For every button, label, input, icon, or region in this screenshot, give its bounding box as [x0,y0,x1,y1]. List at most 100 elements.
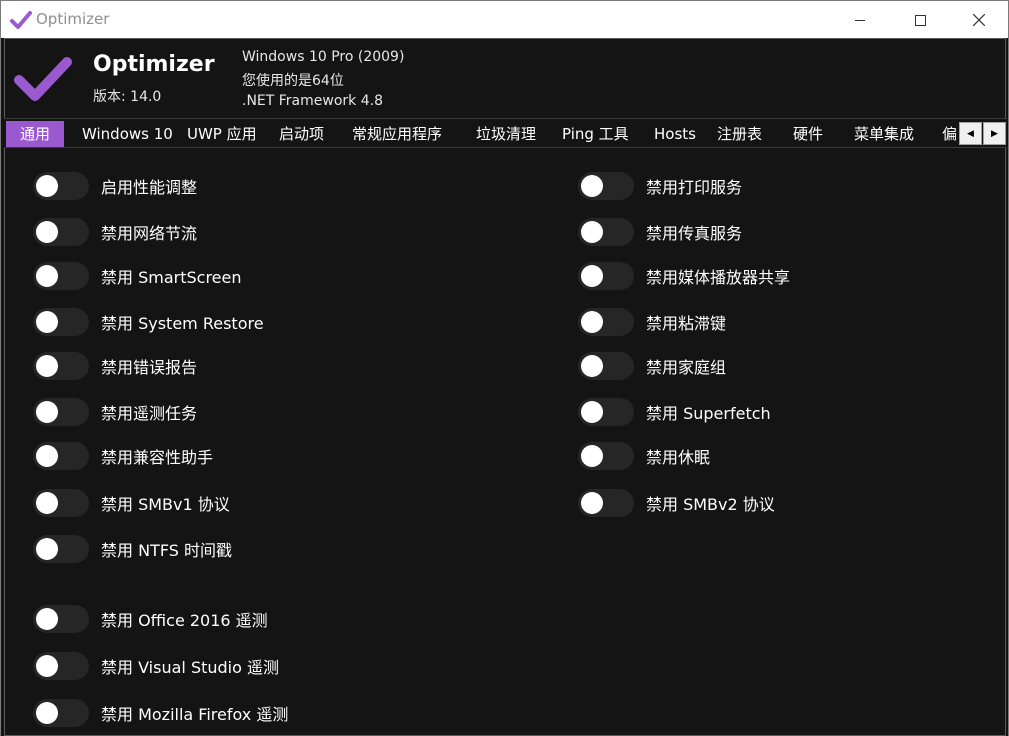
option-label: 禁用错误报告 [101,358,198,377]
tab-startup[interactable]: 启动项 [279,121,324,147]
option-fax-service[interactable]: 禁用传真服务 [578,218,742,246]
tab-registry[interactable]: 注册表 [717,121,762,147]
tab-common-apps[interactable]: 常规应用程序 [352,121,442,147]
option-smbv2[interactable]: 禁用 SMBv2 协议 [578,489,775,517]
option-label: 禁用媒体播放器共享 [646,268,791,287]
option-ntfs-timestamp[interactable]: 禁用 NTFS 时间戳 [33,535,232,563]
maximize-icon [914,14,926,26]
toggle-switch[interactable] [578,262,634,290]
toggle-knob [581,445,603,467]
option-label: 禁用 Visual Studio 遥测 [101,658,279,677]
tab-scroll-right-button[interactable]: ▶ [983,122,1006,145]
option-vs-telemetry[interactable]: 禁用 Visual Studio 遥测 [33,652,279,680]
option-label: 禁用传真服务 [646,224,743,243]
window-title: Optimizer [36,10,110,28]
toggle-switch[interactable] [33,442,89,470]
toggle-switch[interactable] [578,308,634,336]
option-label: 禁用网络节流 [101,224,198,243]
option-label: 禁用 SmartScreen [101,268,242,287]
option-telemetry-tasks[interactable]: 禁用遥测任务 [33,398,197,426]
app-name: Optimizer [93,52,215,77]
tab-scroll-left-button[interactable]: ◀ [959,122,982,145]
option-media-sharing[interactable]: 禁用媒体播放器共享 [578,262,790,290]
toggle-knob [36,175,58,197]
option-label: 禁用家庭组 [646,358,727,377]
toggle-switch[interactable] [33,308,89,336]
option-performance-tweaks[interactable]: 启用性能调整 [33,172,197,200]
toggle-knob [36,401,58,423]
option-label: 禁用遥测任务 [101,404,198,423]
option-compat-assistant[interactable]: 禁用兼容性助手 [33,442,213,470]
tab-uwp[interactable]: UWP 应用 [187,121,257,147]
option-hibernation[interactable]: 禁用休眠 [578,442,710,470]
toggle-knob [36,538,58,560]
option-firefox-telemetry[interactable]: 禁用 Mozilla Firefox 遥测 [33,699,288,727]
tab-general[interactable]: 通用 [6,121,65,147]
app-version: 版本: 14.0 [93,89,162,105]
toggle-knob [36,221,58,243]
toggle-knob [581,355,603,377]
toggle-knob [581,265,603,287]
toggle-switch[interactable] [578,218,634,246]
toggle-switch[interactable] [33,652,89,680]
toggle-switch[interactable] [33,218,89,246]
app-body: Optimizer 版本: 14.0 Windows 10 Pro (2009)… [0,38,1009,736]
toggle-switch[interactable] [33,699,89,727]
option-label: 禁用 Office 2016 遥测 [101,611,268,630]
toggle-switch[interactable] [578,398,634,426]
framework-info: .NET Framework 4.8 [242,93,383,109]
minimize-icon [855,19,865,21]
option-network-throttling[interactable]: 禁用网络节流 [33,218,197,246]
option-label: 禁用打印服务 [646,178,743,197]
option-label: 禁用 NTFS 时间戳 [101,541,232,560]
option-label: 禁用 System Restore [101,314,264,333]
tab-hardware[interactable]: 硬件 [793,121,823,147]
option-sticky-keys[interactable]: 禁用粘滞键 [578,308,726,336]
toggle-switch[interactable] [33,605,89,633]
tab-bar: 通用 Windows 10 UWP 应用 启动项 常规应用程序 垃圾清理 Pin… [4,118,1007,148]
toggle-switch[interactable] [578,489,634,517]
option-label: 禁用 SMBv2 协议 [646,495,775,514]
tab-more[interactable]: 偏 [942,121,957,147]
toggle-switch[interactable] [33,398,89,426]
option-system-restore[interactable]: 禁用 System Restore [33,308,264,336]
toggle-switch[interactable] [33,535,89,563]
toggle-switch[interactable] [33,489,89,517]
toggle-knob [36,311,58,333]
option-office-telemetry[interactable]: 禁用 Office 2016 遥测 [33,605,268,633]
toggle-switch[interactable] [33,262,89,290]
option-homegroup[interactable]: 禁用家庭组 [578,352,726,380]
option-label: 启用性能调整 [101,178,198,197]
toggle-knob [36,265,58,287]
option-label: 禁用 Mozilla Firefox 遥测 [101,705,289,724]
toggle-switch[interactable] [33,172,89,200]
toggle-knob [36,608,58,630]
close-icon [973,14,985,26]
tab-hosts[interactable]: Hosts [654,121,696,147]
toggle-switch[interactable] [578,442,634,470]
close-button[interactable] [956,1,1002,39]
tab-windows10[interactable]: Windows 10 [82,121,173,147]
app-check-icon [10,11,32,29]
toggle-switch[interactable] [578,172,634,200]
toggle-switch[interactable] [578,352,634,380]
option-smartscreen[interactable]: 禁用 SmartScreen [33,262,242,290]
os-info: Windows 10 Pro (2009) [242,49,405,65]
tab-cleanup[interactable]: 垃圾清理 [476,121,536,147]
toggle-switch[interactable] [33,352,89,380]
tab-menu-integration[interactable]: 菜单集成 [854,121,914,147]
option-label: 禁用 SMBv1 协议 [101,495,230,514]
toggle-knob [36,702,58,724]
minimize-button[interactable] [837,1,883,39]
toggle-knob [36,492,58,514]
option-label: 禁用 Superfetch [646,404,771,423]
toggle-knob [581,311,603,333]
option-superfetch[interactable]: 禁用 Superfetch [578,398,771,426]
option-label: 禁用休眠 [646,448,711,467]
tab-ping[interactable]: Ping 工具 [562,121,629,147]
option-print-service[interactable]: 禁用打印服务 [578,172,742,200]
option-error-reporting[interactable]: 禁用错误报告 [33,352,197,380]
maximize-button[interactable] [897,1,943,39]
window-titlebar: Optimizer [0,0,1009,38]
option-smbv1[interactable]: 禁用 SMBv1 协议 [33,489,230,517]
